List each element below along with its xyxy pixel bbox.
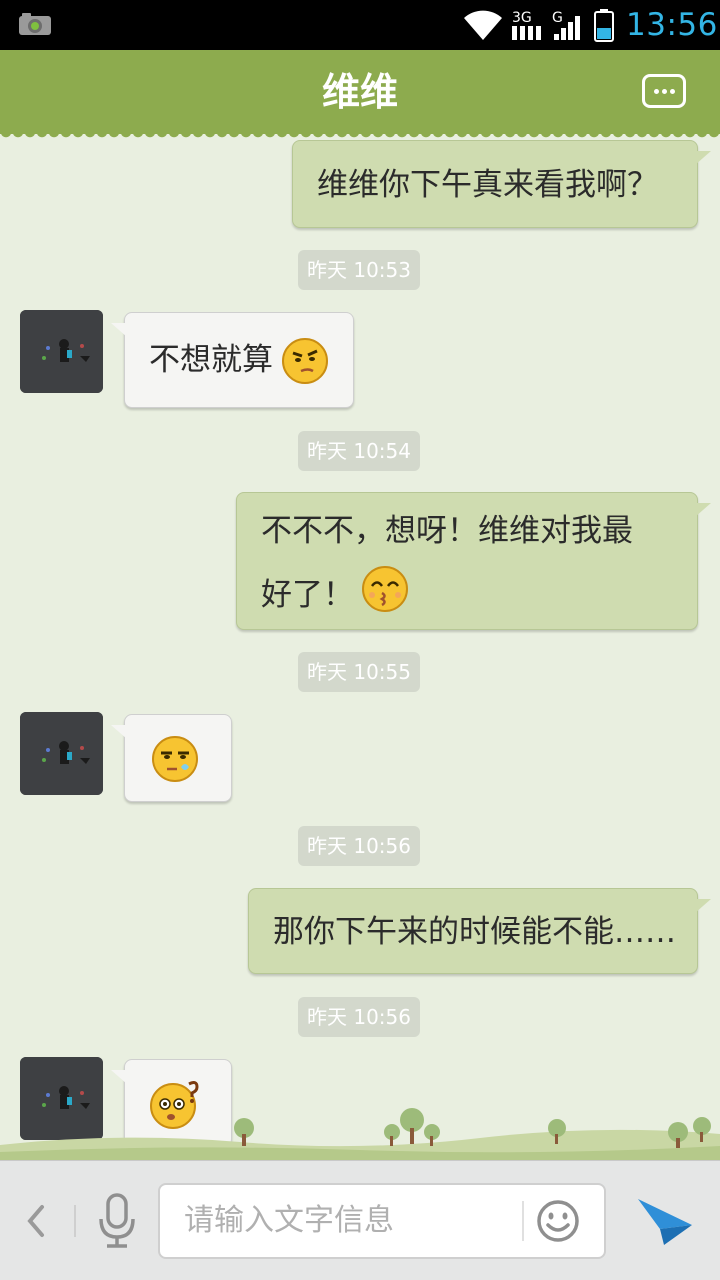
send-icon[interactable] [636, 1195, 694, 1247]
message-input[interactable]: 请输入文字信息 [158, 1183, 606, 1259]
wifi-icon [464, 10, 502, 40]
message-text: 不不不，想呀！维维对我最 [261, 513, 633, 549]
sent-message-bubble[interactable]: 不不不，想呀！维维对我最 好了！ [236, 492, 711, 630]
back-chevron-icon[interactable] [20, 1201, 54, 1241]
input-placeholder: 请输入文字信息 [184, 1203, 394, 1238]
avatar[interactable] [20, 310, 103, 393]
chat-message-list[interactable]: 维维你下午真来看我啊？ 昨天 10:53 不想就算 昨天 10:54 不不不，想… [0, 134, 720, 1160]
input-divider [522, 1201, 524, 1241]
signal-3g-icon: 3G [512, 10, 541, 40]
battery-icon [594, 9, 614, 42]
message-text: 好了！ [261, 577, 354, 613]
status-clock: 13:56 [626, 7, 718, 43]
menu-dot [662, 89, 667, 94]
message-timestamp: 昨天 10:56 [298, 997, 420, 1037]
menu-dot [654, 89, 659, 94]
landscape-decoration [0, 1108, 720, 1162]
signal-g-icon: G [552, 10, 580, 40]
sent-message-bubble[interactable]: 维维你下午真来看我啊？ [292, 140, 711, 228]
avatar-image [20, 712, 103, 795]
toolbar-divider [74, 1205, 76, 1237]
camera-icon [19, 13, 51, 35]
message-text: 不想就算 [149, 342, 273, 378]
svg-text:G: G [552, 10, 563, 26]
message-input-bar: 请输入文字信息 [0, 1160, 720, 1280]
status-bar: 3G G 13:56 [0, 0, 720, 50]
microphone-icon[interactable] [96, 1193, 138, 1249]
message-timestamp: 昨天 10:54 [298, 431, 420, 471]
smirk-emoji-icon [282, 338, 328, 384]
message-timestamp: 昨天 10:53 [298, 250, 420, 290]
emoji-smile-icon[interactable] [536, 1199, 580, 1243]
sweat-emoji-icon [152, 736, 198, 782]
kiss-emoji-icon [362, 566, 408, 612]
message-text: 维维你下午真来看我啊？ [317, 167, 658, 203]
chat-title: 维维 [321, 70, 398, 114]
menu-dot [670, 89, 675, 94]
chat-header: 维维 [0, 50, 720, 140]
more-dots-icon[interactable] [642, 74, 686, 108]
received-message-bubble[interactable]: 不想就算 [111, 312, 354, 408]
message-timestamp: 昨天 10:55 [298, 652, 420, 692]
avatar[interactable] [20, 712, 103, 795]
message-timestamp: 昨天 10:56 [298, 826, 420, 866]
avatar-image [20, 310, 103, 393]
svg-text:3G: 3G [512, 10, 532, 26]
received-message-bubble[interactable] [111, 714, 232, 802]
message-text: 那你下午来的时候能不能…… [273, 914, 676, 950]
sent-message-bubble[interactable]: 那你下午来的时候能不能…… [248, 888, 711, 974]
